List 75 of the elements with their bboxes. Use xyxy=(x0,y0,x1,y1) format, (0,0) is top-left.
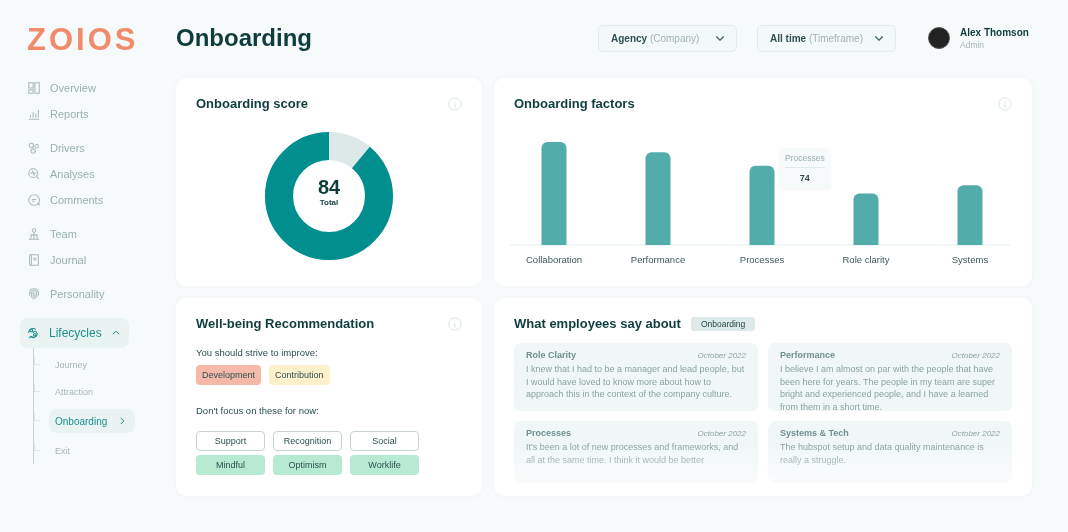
user-name: Alex Thomson xyxy=(960,26,1029,38)
nav-subitem[interactable]: Journey xyxy=(49,353,135,378)
comment-text: The hubspot setup and data quality maintenance is really a struggle. xyxy=(780,441,985,466)
tooltip-category: Processes xyxy=(785,153,825,168)
page-title: Onboarding xyxy=(176,24,312,52)
tag: Worklife xyxy=(350,455,419,475)
bar[interactable] xyxy=(957,185,983,245)
journal-icon xyxy=(27,253,41,267)
avatar[interactable] xyxy=(928,27,950,49)
comment-text: I believe I am almost on par with the people that have been here for years. The people in my team are super bright and experienced people, and I have a learned from them in a short time. xyxy=(780,363,996,413)
tag: Contribution xyxy=(269,365,330,385)
filter-dropdown[interactable]: All time (Timeframe) xyxy=(757,24,896,52)
category-label: Systems xyxy=(951,254,989,265)
info-icon[interactable] xyxy=(448,96,462,111)
card-title: Well-being Recommendation xyxy=(196,316,375,331)
comment-date: October 2022 xyxy=(697,350,746,360)
section-label: You should strive to improve: xyxy=(196,347,319,358)
nav-item[interactable]: Journal xyxy=(27,250,135,270)
comment-text: I knew that I had to be a manager and lead people, but I would have loved to know more about how to approach this in the context of the company culture. xyxy=(526,363,746,401)
card-title: What employees say about xyxy=(514,316,681,331)
nav-subitem[interactable]: Onboarding xyxy=(49,409,135,434)
category-label: Collaboration xyxy=(526,254,582,265)
nav-item[interactable]: Analyses xyxy=(27,164,135,184)
chevron-icon xyxy=(111,328,121,338)
nav-item[interactable]: Personality xyxy=(27,284,135,304)
topic-tag: Onboarding xyxy=(690,316,756,331)
nav-subitem[interactable]: Exit xyxy=(49,438,135,463)
search-icon xyxy=(27,167,41,181)
comment-topic: Processes xyxy=(526,428,572,438)
logo: ZOIOS xyxy=(27,24,140,56)
fingerprint-icon xyxy=(27,287,41,301)
chevron-icon xyxy=(117,416,127,427)
tag: Recognition xyxy=(273,431,342,451)
nav-item[interactable]: Drivers xyxy=(27,138,135,158)
nav-item[interactable]: Overview xyxy=(27,78,135,98)
comment-text: It's been a lot of new processes and frameworks, and all at the same time. I think it would be better xyxy=(526,441,740,466)
section-label: Don't focus on these for now: xyxy=(196,405,320,416)
card-title: Onboarding score xyxy=(196,96,308,111)
tag: Social xyxy=(350,431,419,451)
score-label: Total xyxy=(318,198,340,207)
people-icon xyxy=(27,227,41,241)
comment-topic: Performance xyxy=(780,350,836,360)
bar[interactable] xyxy=(749,165,775,245)
tag: Optimism xyxy=(273,455,342,475)
category-label: Processes xyxy=(739,254,785,265)
nav-item[interactable]: Lifecycles xyxy=(20,318,129,348)
comment-topic: Systems & Tech xyxy=(780,428,849,438)
comment-icon xyxy=(27,193,41,207)
comment-topic: Role Clarity xyxy=(526,350,576,360)
bar-chart-icon xyxy=(27,107,41,121)
comment-date: October 2022 xyxy=(697,428,746,438)
info-icon[interactable] xyxy=(998,96,1012,111)
comment-date: October 2022 xyxy=(951,350,1000,360)
info-icon[interactable] xyxy=(448,316,462,331)
filter-dropdown[interactable]: Agency (Company) xyxy=(598,24,737,52)
grid-icon xyxy=(27,81,41,95)
tooltip-value: 74 xyxy=(798,173,811,183)
nav-subitem[interactable]: Attraction xyxy=(49,380,135,405)
bar[interactable] xyxy=(645,152,671,245)
gears-icon xyxy=(27,141,41,155)
bar[interactable] xyxy=(853,193,879,245)
comment-date: October 2022 xyxy=(951,428,1000,438)
cycle-icon xyxy=(26,326,40,340)
category-label: Performance xyxy=(630,254,686,265)
nav-item[interactable]: Team xyxy=(27,224,135,244)
tag: Mindful xyxy=(196,455,265,475)
category-label: Role clarity xyxy=(842,254,890,265)
user-role: Admin xyxy=(960,39,986,50)
score-value: 84 xyxy=(316,176,342,198)
nav-item[interactable]: Reports xyxy=(27,104,135,124)
nav-item[interactable]: Comments xyxy=(27,190,135,210)
tag: Development xyxy=(196,365,262,385)
bar[interactable] xyxy=(541,141,567,245)
tag: Support xyxy=(196,431,265,451)
card-title: Onboarding factors xyxy=(514,96,635,111)
